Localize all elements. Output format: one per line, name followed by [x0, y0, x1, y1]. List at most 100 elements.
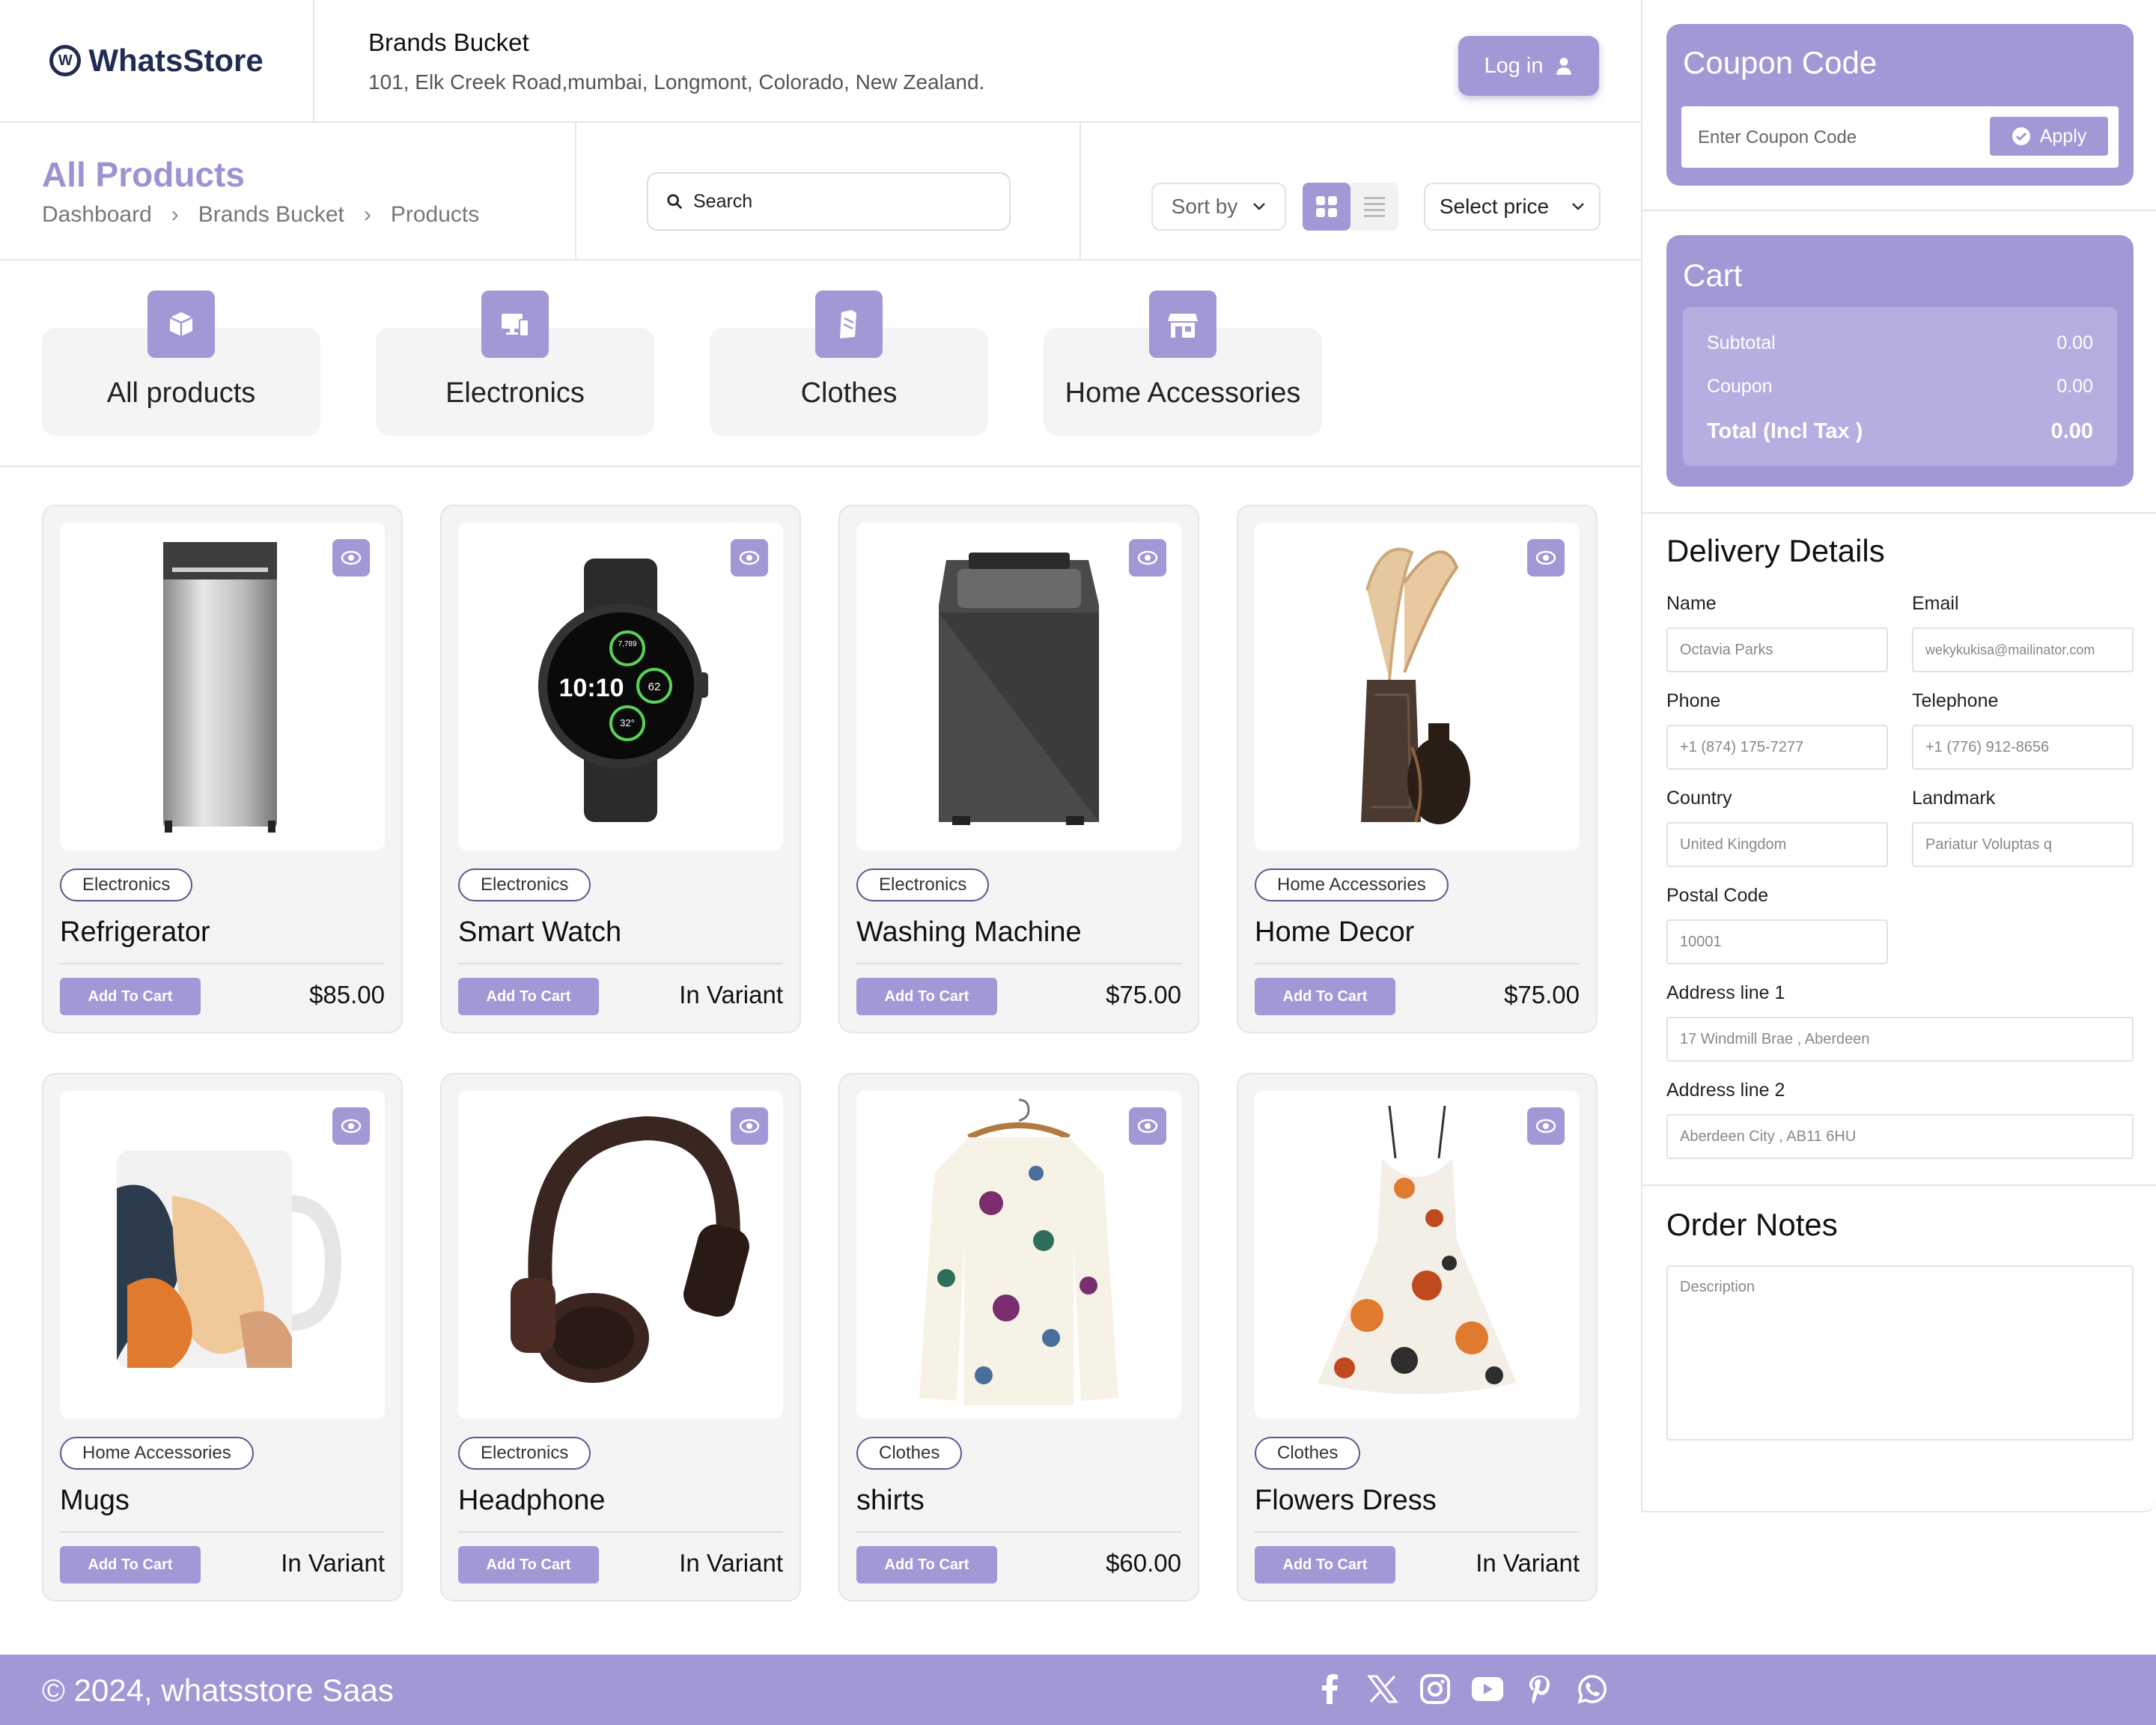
product-image-smart-watch[interactable]: 7,789 62 32° 10:10: [458, 523, 783, 851]
phone-label: Phone: [1666, 690, 1721, 711]
product-price: $75.00: [1106, 981, 1181, 1008]
checkout-panel: Coupon Code Enter Coupon Code Apply Cart…: [1641, 0, 2156, 1512]
devices-icon: [481, 290, 549, 358]
add-to-cart-button[interactable]: Add To Cart: [458, 1546, 599, 1583]
x-icon[interactable]: [1367, 1671, 1398, 1707]
user-icon: [1556, 58, 1571, 75]
add-to-cart-button[interactable]: Add To Cart: [458, 978, 599, 1015]
product-image-mugs[interactable]: [60, 1091, 385, 1419]
pinterest-icon[interactable]: [1524, 1671, 1556, 1707]
breadcrumb-store[interactable]: Brands Bucket: [198, 202, 344, 228]
product-image-refrigerator[interactable]: [60, 523, 385, 851]
add-to-cart-button[interactable]: Add To Cart: [60, 1546, 201, 1583]
instagram-icon[interactable]: [1419, 1671, 1451, 1707]
name-field[interactable]: Octavia Parks: [1666, 627, 1888, 672]
add-to-cart-button[interactable]: Add To Cart: [1255, 1546, 1395, 1583]
address2-label: Address line 2: [1666, 1080, 1785, 1101]
address2-field[interactable]: Aberdeen City , AB11 6HU: [1666, 1114, 2134, 1159]
category-tag: Clothes: [856, 1437, 963, 1470]
product-card[interactable]: Electronics Washing Machine Add To Cart …: [838, 505, 1199, 1033]
product-image-washing-machine[interactable]: [856, 523, 1181, 851]
category-tabs: All products Electronics Clothes Home Ac…: [0, 261, 1641, 467]
add-to-cart-button[interactable]: Add To Cart: [856, 978, 997, 1015]
list-view-button[interactable]: [1350, 183, 1398, 231]
product-card[interactable]: 7,789 62 32° 10:10 Electronics Smart Wat…: [440, 505, 801, 1033]
category-clothes[interactable]: Clothes: [710, 290, 988, 436]
eye-icon[interactable]: [1129, 1107, 1166, 1145]
breadcrumb-dashboard[interactable]: Dashboard: [42, 202, 152, 228]
divider: [458, 963, 783, 964]
add-to-cart-button[interactable]: Add To Cart: [1255, 978, 1395, 1015]
product-card[interactable]: Electronics Headphone Add To Cart In Var…: [440, 1073, 801, 1601]
grid-view-button[interactable]: [1303, 183, 1350, 231]
category-electronics[interactable]: Electronics: [376, 290, 654, 436]
product-price: In Variant: [1476, 1549, 1580, 1577]
coupon-section: Coupon Code Enter Coupon Code Apply: [1666, 24, 2134, 186]
eye-icon[interactable]: [332, 539, 370, 576]
product-card[interactable]: Clothes shirts Add To Cart $60.00: [838, 1073, 1199, 1601]
product-image-headphone[interactable]: [458, 1091, 783, 1419]
divider: [458, 1531, 783, 1533]
eye-icon[interactable]: [1527, 1107, 1565, 1145]
product-price: In Variant: [281, 1549, 385, 1577]
address1-field[interactable]: 17 Windmill Brae , Aberdeen: [1666, 1017, 2134, 1062]
whatsapp-icon[interactable]: [1577, 1671, 1608, 1707]
category-label: All products: [106, 377, 256, 409]
product-price: In Variant: [679, 981, 783, 1008]
eye-icon[interactable]: [731, 539, 768, 576]
postal-field[interactable]: 10001: [1666, 919, 1888, 964]
product-name: Washing Machine: [856, 916, 1082, 948]
product-name: shirts: [856, 1485, 925, 1516]
email-field[interactable]: wekykukisa@mailinator.com: [1912, 627, 2134, 672]
youtube-icon[interactable]: [1472, 1671, 1503, 1707]
product-card[interactable]: Electronics Refrigerator Add To Cart $85…: [42, 505, 403, 1033]
product-image-flowers-dress[interactable]: [1255, 1091, 1580, 1419]
search-input[interactable]: Search: [647, 172, 1011, 231]
category-home-accessories[interactable]: Home Accessories: [1044, 290, 1322, 436]
product-card[interactable]: Clothes Flowers Dress Add To Cart In Var…: [1237, 1073, 1598, 1601]
phone-field[interactable]: +1 (874) 175-7277: [1666, 725, 1888, 770]
chevron-down-icon: [1253, 203, 1266, 210]
brand-logo[interactable]: W WhatsStore: [0, 0, 314, 123]
apply-label: Apply: [2039, 125, 2087, 147]
cart-row-value: 0.00: [2056, 332, 2093, 353]
product-card[interactable]: Home Accessories Mugs Add To Cart In Var…: [42, 1073, 403, 1601]
chevron-right-icon: ›: [171, 202, 179, 227]
coupon-input[interactable]: Enter Coupon Code Apply: [1681, 106, 2119, 168]
country-field[interactable]: United Kingdom: [1666, 822, 1888, 867]
apply-coupon-button[interactable]: Apply: [1990, 117, 2108, 156]
search-placeholder: Search: [693, 190, 753, 212]
watch-steps: 7,789: [618, 640, 636, 648]
page-title: All Products: [42, 155, 245, 194]
product-image-shirts[interactable]: [856, 1091, 1181, 1419]
eye-icon[interactable]: [731, 1107, 768, 1145]
brand-name: WhatsStore: [88, 43, 264, 78]
landmark-label: Landmark: [1912, 788, 1996, 809]
sort-label: Sort by: [1171, 195, 1238, 218]
eye-icon[interactable]: [332, 1107, 370, 1145]
product-name: Flowers Dress: [1255, 1485, 1437, 1516]
watch-heart: 62: [648, 681, 661, 693]
postal-label: Postal Code: [1666, 885, 1769, 906]
facebook-icon[interactable]: [1315, 1671, 1346, 1707]
cart-row-label: Subtotal: [1707, 332, 1776, 353]
product-image-home-decor[interactable]: [1255, 523, 1580, 851]
eye-icon[interactable]: [1129, 539, 1166, 576]
divider: [60, 1531, 385, 1533]
add-to-cart-button[interactable]: Add To Cart: [60, 978, 201, 1015]
landmark-field[interactable]: Pariatur Voluptas q: [1912, 822, 2134, 867]
sort-dropdown[interactable]: Sort by: [1151, 183, 1286, 231]
order-notes-textarea[interactable]: Description: [1666, 1265, 2134, 1440]
category-all-products[interactable]: All products: [42, 290, 320, 436]
price-dropdown[interactable]: Select price: [1424, 183, 1601, 231]
login-label: Log in: [1484, 53, 1544, 78]
eye-icon[interactable]: [1527, 539, 1565, 576]
category-label: Clothes: [800, 377, 898, 409]
add-to-cart-button[interactable]: Add To Cart: [856, 1546, 997, 1583]
product-price: $85.00: [309, 981, 385, 1008]
order-notes-title: Order Notes: [1666, 1207, 1838, 1242]
telephone-field[interactable]: +1 (776) 912-8656: [1912, 725, 2134, 770]
product-name: Headphone: [458, 1485, 606, 1516]
product-card[interactable]: Home Accessories Home Decor Add To Cart …: [1237, 505, 1598, 1033]
login-button[interactable]: Log in: [1458, 36, 1599, 96]
